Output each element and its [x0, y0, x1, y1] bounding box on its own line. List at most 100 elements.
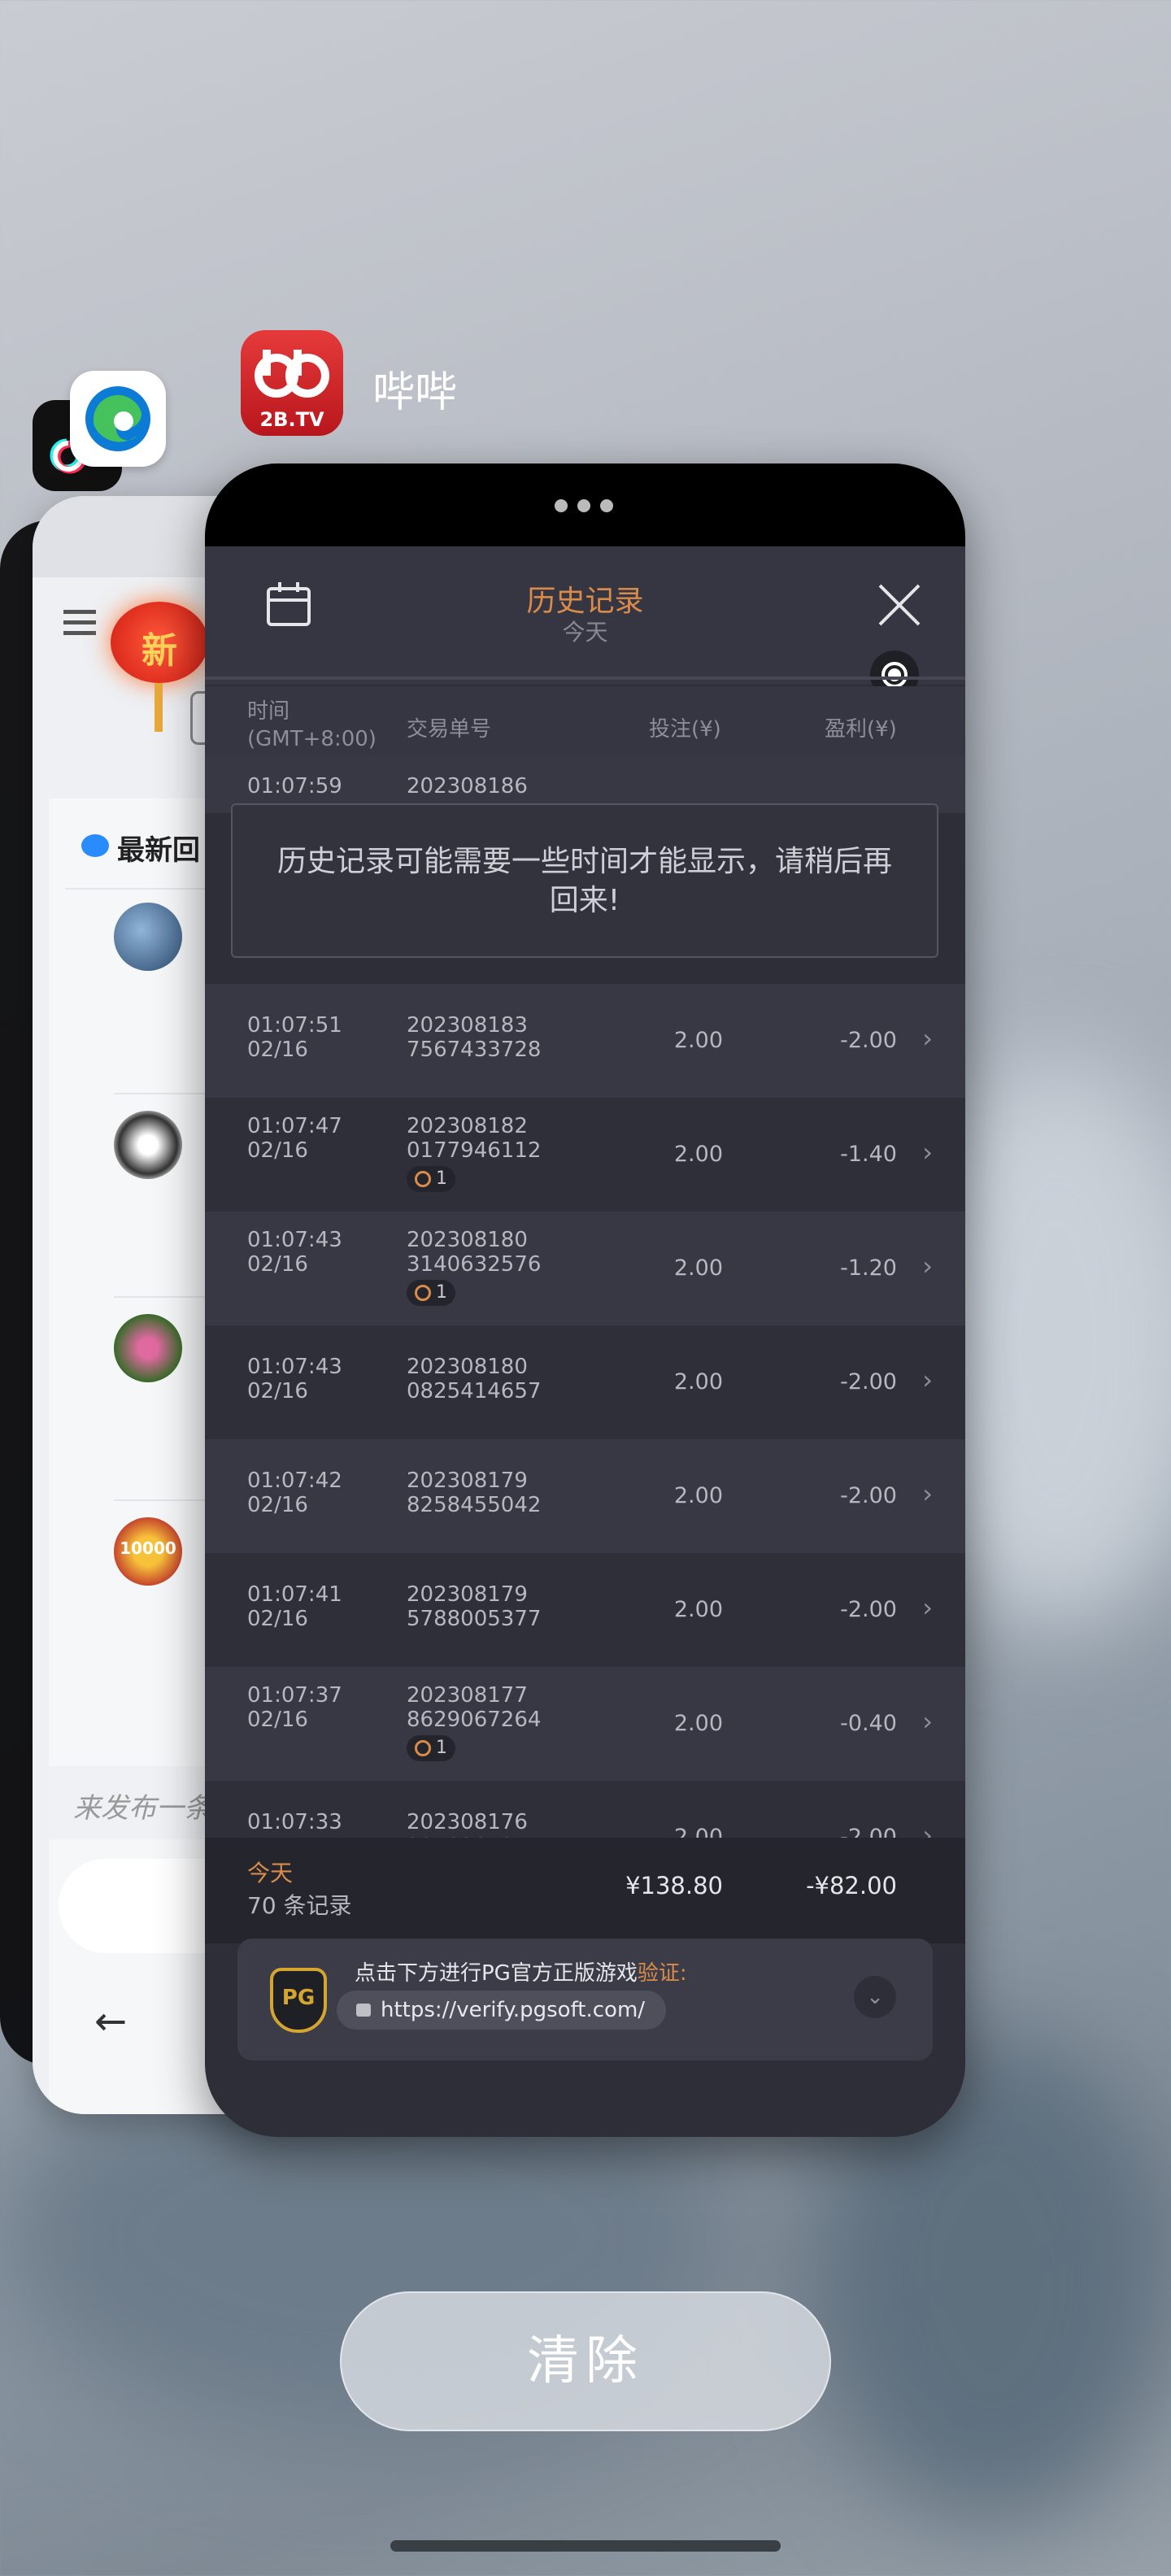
row-time: 01:07:33: [247, 1810, 342, 1834]
row-time-value: 01:07:33: [247, 1810, 342, 1834]
row-time: 01:07:43 02/16: [247, 1355, 342, 1403]
verify-text-main: 点击下方进行PG官方正版游戏: [355, 1961, 638, 1986]
chevron-down-icon[interactable]: ⌄: [854, 1976, 896, 2018]
row-bet: 2.00: [673, 1028, 723, 1053]
chevron-right-icon[interactable]: ›: [922, 1251, 933, 1281]
row-time-value: 01:07:41: [247, 1582, 342, 1607]
badge-count: 1: [436, 1738, 447, 1758]
table-header: 时间 (GMT+8:00) 交易单号 投注(¥) 盈利(¥): [205, 686, 965, 768]
spin-icon: [415, 1285, 431, 1301]
avatar: [114, 1314, 182, 1382]
verify-banner[interactable]: PG 点击下方进行PG官方正版游戏验证: https://verify.pgso…: [237, 1939, 933, 2060]
table-row[interactable]: 01:07:37 02/16 202308177 8629067264 1 2.00 -0.…: [205, 1667, 965, 1781]
row-date-value: 02/16: [247, 1379, 308, 1403]
spin-icon: [415, 1740, 431, 1756]
more-icon[interactable]: [555, 499, 613, 512]
row-date-value: 02/16: [247, 1138, 308, 1163]
spin-icon: [415, 1171, 431, 1187]
table-row[interactable]: 01:07:41 02/16 202308179 5788005377 2.00 -2.0…: [205, 1553, 965, 1667]
avatar-badge: 10000: [120, 1538, 176, 1558]
row-time-value: 01:07:47: [247, 1114, 342, 1138]
table-row[interactable]: 01:07:51 02/16 202308183 7567433728 2.00 -2.0…: [205, 984, 965, 1098]
column-timezone: (GMT+8:00): [247, 727, 377, 751]
row-order-id: 202308180 3140632576 1: [407, 1228, 541, 1307]
row-order-id-2: 5788005377: [407, 1607, 542, 1631]
row-bet: 2.00: [673, 1825, 723, 1838]
row-order-id-2: 0825414657: [407, 1379, 542, 1403]
pg-logo: PG: [270, 1968, 327, 2033]
free-spin-badge: 1: [407, 1166, 455, 1192]
row-profit: -0.40: [840, 1711, 897, 1736]
chevron-right-icon[interactable]: ›: [922, 1364, 933, 1395]
row-order-id: 202308180 0825414657: [407, 1355, 541, 1403]
menu-icon[interactable]: [63, 607, 96, 636]
row-bet: 2.00: [673, 1597, 723, 1622]
app-icon-text: 2B.TV: [259, 408, 324, 431]
verify-url-text: https://verify.pgsoft.com/: [381, 1998, 646, 2022]
row-time: 01:07:47 02/16: [247, 1114, 342, 1163]
free-spin-badge: 1: [407, 1735, 455, 1761]
table-row[interactable]: 01:07:33 2023081762250381315 2.00 -2.00 ›: [205, 1781, 965, 1838]
row-bet: 2.00: [673, 1369, 723, 1395]
row-time: 01:07:37 02/16: [247, 1683, 342, 1732]
row-profit: -2.00: [840, 1369, 897, 1395]
chevron-right-icon[interactable]: ›: [922, 1137, 933, 1168]
home-indicator[interactable]: [390, 2540, 781, 2552]
clear-all-button[interactable]: 清除: [340, 2291, 831, 2431]
row-order-id-2: 3140632576: [407, 1252, 542, 1277]
row-profit: -1.40: [840, 1142, 897, 1167]
row-order-id-1: 202308180: [407, 1355, 528, 1379]
summary-label: 今天: [247, 1860, 294, 1886]
column-order: 交易单号: [407, 717, 492, 742]
row-time: 01:07:59: [247, 774, 342, 798]
row-order-id-2: 0177946112: [407, 1138, 542, 1163]
lantern-char: 新: [141, 630, 177, 672]
row-time-value: 01:07:43: [247, 1228, 342, 1252]
row-order-id-1: 202308177: [407, 1683, 528, 1708]
verify-url[interactable]: https://verify.pgsoft.com/: [337, 1991, 667, 2030]
row-bet: 2.00: [673, 1255, 723, 1281]
row-date-value: 02/16: [247, 1038, 308, 1062]
row-order-id: 202308183 7567433728: [407, 1013, 541, 1062]
chevron-right-icon[interactable]: ›: [922, 1023, 933, 1054]
row-time: 01:07:43 02/16: [247, 1228, 342, 1277]
chevron-right-icon[interactable]: ›: [922, 1592, 933, 1623]
card-topbar: [205, 463, 965, 546]
row-order-id-1: 202308182: [407, 1114, 528, 1138]
row-time-value: 01:07:51: [247, 1013, 342, 1038]
row-time: 01:07:51 02/16: [247, 1013, 342, 1062]
history-notice: 历史记录可能需要一些时间才能显示，请稍后再回来!: [231, 803, 938, 958]
back-icon[interactable]: ←: [94, 1999, 127, 2044]
table-row[interactable]: 01:07:47 02/16 202308182 0177946112 1 2.00 -1.…: [205, 1098, 965, 1212]
chat-bubble-icon: [81, 834, 109, 857]
row-date-value: 02/16: [247, 1607, 308, 1631]
row-order-id-1: 202308183: [407, 1013, 528, 1038]
chevron-right-icon[interactable]: ›: [922, 1820, 933, 1838]
edge-app-icon[interactable]: [70, 371, 166, 467]
column-time: 时间: [247, 699, 290, 724]
lantern-icon: 新: [111, 577, 208, 732]
row-order-id-1: 202308180: [407, 1228, 528, 1252]
row-profit: -1.20: [840, 1255, 897, 1281]
avatar: [114, 903, 182, 971]
app-icon: 2B.TV: [241, 330, 343, 436]
row-order-id: 2023081762250381315: [407, 1810, 541, 1838]
history-subtitle: 今天: [562, 619, 608, 646]
pg-logo-text: PG: [281, 1986, 316, 2010]
close-icon[interactable]: [877, 582, 922, 628]
column-profit: 盈利(¥): [825, 717, 897, 742]
history-app-card[interactable]: 历史记录 今天 时间 (GMT+8:00) 交易单号 投注(¥) 盈利(¥) 0…: [205, 463, 965, 2137]
summary-bet-total: ¥138.80: [625, 1872, 723, 1899]
history-title: 历史记录: [526, 585, 644, 618]
free-spin-badge: 1: [407, 1280, 455, 1306]
table-row[interactable]: 01:07:43 02/16 202308180 0825414657 2.00 -2.0…: [205, 1325, 965, 1439]
chevron-right-icon[interactable]: ›: [922, 1706, 933, 1737]
chevron-right-icon[interactable]: ›: [922, 1478, 933, 1509]
summary-bar: 今天 70 条记录 ¥138.80 -¥82.00: [205, 1838, 965, 1943]
row-bet: 2.00: [673, 1483, 723, 1508]
table-row[interactable]: 01:07:42 02/16 202308179 8258455042 2.00 -2.0…: [205, 1439, 965, 1553]
table-row[interactable]: 01:07:43 02/16 202308180 3140632576 1 2.00 -1.…: [205, 1212, 965, 1325]
section-title: 最新回: [117, 834, 200, 867]
row-order-id: 202308186: [407, 774, 528, 798]
summary-count: 70 条记录: [247, 1892, 352, 1919]
